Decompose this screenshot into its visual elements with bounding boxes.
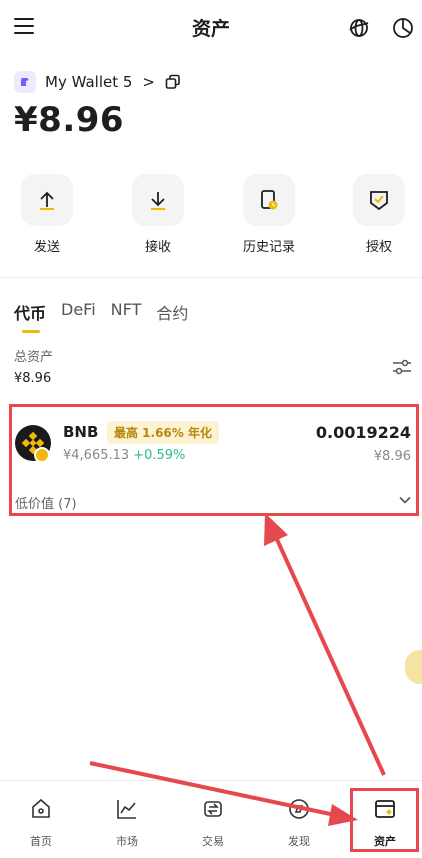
history-icon bbox=[261, 190, 278, 210]
history-label: 历史记录 bbox=[242, 240, 295, 255]
tab-nft[interactable]: NFT bbox=[111, 300, 142, 324]
nav-trade[interactable]: 交易 bbox=[183, 797, 243, 849]
token-change: +0.59% bbox=[133, 448, 186, 463]
globe-icon[interactable] bbox=[347, 16, 371, 40]
asset-tabs: 代币 DeFi NFT 合约 bbox=[14, 300, 203, 333]
tab-contracts[interactable]: 合约 bbox=[156, 300, 188, 324]
history-button[interactable]: 历史记录 bbox=[234, 174, 304, 255]
filter-icon[interactable] bbox=[391, 356, 413, 378]
total-balance: ¥8.96 bbox=[14, 100, 125, 140]
wallet-logo-icon bbox=[21, 78, 29, 86]
discover-icon bbox=[289, 799, 309, 819]
floating-assistant-button[interactable] bbox=[405, 650, 422, 684]
token-symbol: BNB bbox=[63, 423, 99, 441]
token-value: ¥8.96 bbox=[373, 449, 411, 464]
action-bar: 发送 接收 历史记录 授权 bbox=[0, 174, 422, 255]
wallet-selector[interactable]: My Wallet 5 > bbox=[14, 70, 181, 94]
chevron-right-icon: > bbox=[142, 73, 155, 91]
nav-home[interactable]: 首页 bbox=[11, 797, 71, 849]
total-assets-label: 总资产 bbox=[14, 350, 54, 365]
nav-assets-highlight bbox=[350, 788, 419, 852]
wallet-name: My Wallet 5 bbox=[45, 73, 133, 91]
chain-badge-icon bbox=[34, 447, 50, 463]
send-label: 发送 bbox=[33, 240, 60, 255]
authorize-label: 授权 bbox=[365, 240, 392, 255]
total-assets-value: ¥8.96 bbox=[14, 371, 52, 386]
low-value-toggle[interactable]: 低价值 (7) bbox=[15, 493, 77, 512]
nav-discover-label: 发现 bbox=[288, 835, 310, 848]
nav-discover[interactable]: 发现 bbox=[269, 797, 329, 849]
nav-trade-label: 交易 bbox=[202, 835, 224, 848]
pie-chart-icon[interactable] bbox=[391, 16, 415, 40]
nav-market[interactable]: 市场 bbox=[97, 797, 157, 849]
top-bar: 资产 bbox=[0, 0, 422, 56]
arrow-to-token-card bbox=[264, 513, 386, 776]
token-price: ¥4,665.13 bbox=[63, 448, 130, 463]
send-icon bbox=[40, 191, 54, 210]
authorize-button[interactable]: 授权 bbox=[344, 174, 414, 255]
receive-label: 接收 bbox=[144, 240, 171, 255]
token-amount: 0.0019224 bbox=[315, 423, 411, 442]
receive-button[interactable]: 接收 bbox=[123, 174, 193, 255]
token-price-line: ¥4,665.13 +0.59% bbox=[63, 448, 185, 463]
tab-defi[interactable]: DeFi bbox=[61, 300, 96, 324]
chevron-down-icon[interactable] bbox=[398, 493, 412, 507]
token-row-bnb[interactable]: BNB 最高 1.66% 年化 ¥4,665.13 +0.59% 0.001922… bbox=[9, 404, 419, 516]
home-icon bbox=[32, 798, 50, 818]
apy-badge[interactable]: 最高 1.66% 年化 bbox=[107, 421, 219, 444]
send-button[interactable]: 发送 bbox=[12, 174, 82, 255]
tab-tokens[interactable]: 代币 bbox=[14, 300, 46, 333]
receive-icon bbox=[151, 192, 165, 210]
authorize-icon bbox=[370, 191, 388, 211]
nav-home-label: 首页 bbox=[30, 835, 52, 848]
nav-market-label: 市场 bbox=[116, 835, 138, 848]
copy-icon[interactable] bbox=[165, 74, 181, 90]
section-divider bbox=[0, 277, 422, 278]
market-icon bbox=[117, 800, 136, 819]
wallet-avatar bbox=[14, 71, 36, 93]
trade-icon bbox=[204, 801, 222, 817]
